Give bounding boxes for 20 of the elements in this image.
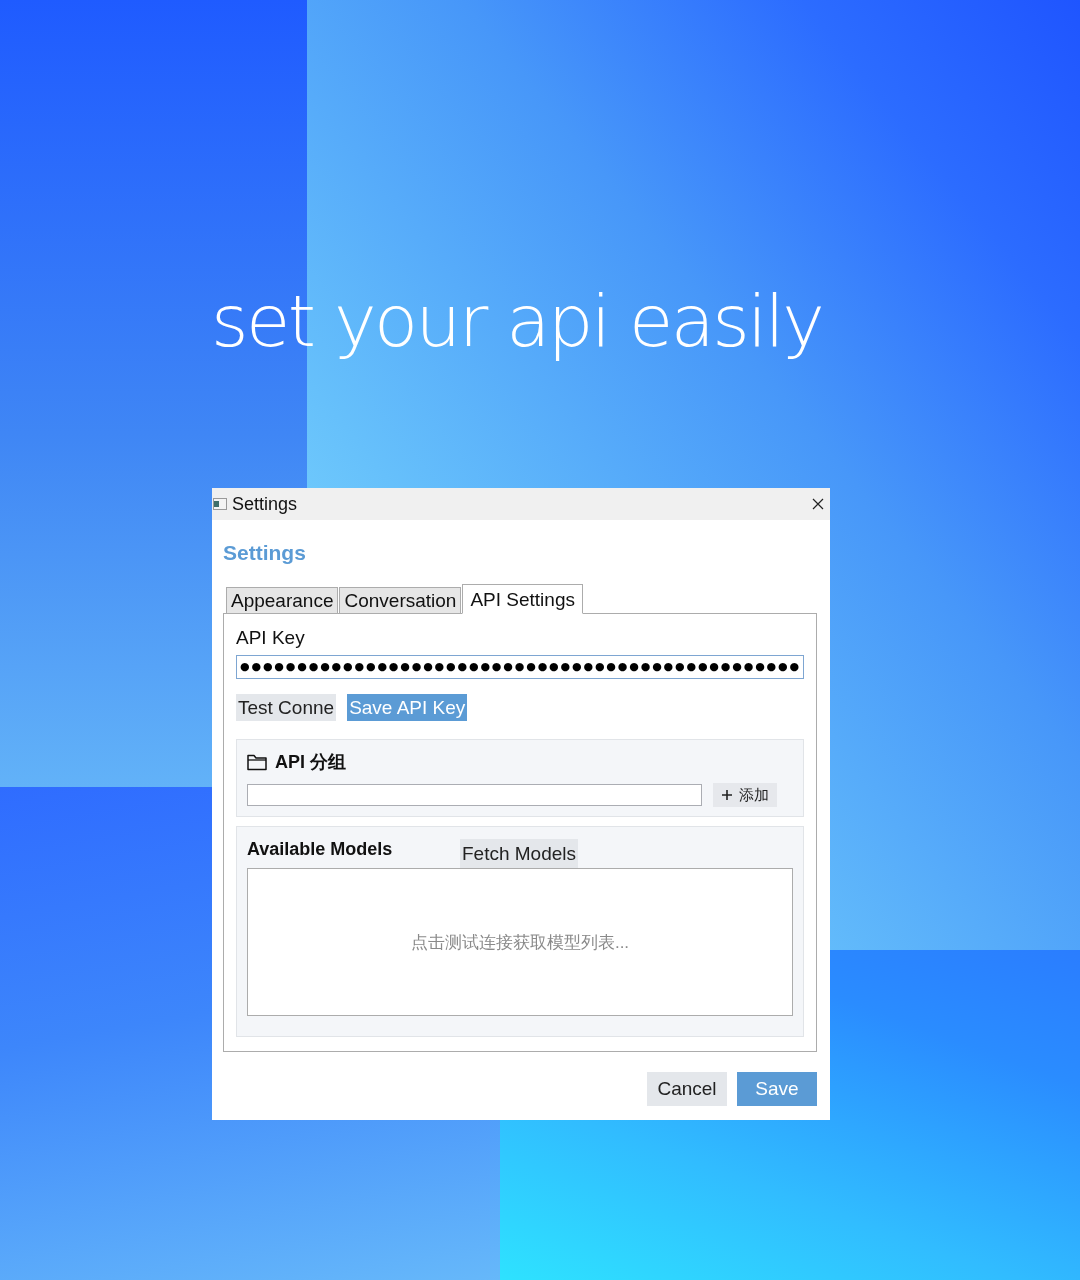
models-title: Available Models: [247, 838, 394, 861]
group-name-field[interactable]: [247, 784, 702, 806]
api-key-field[interactable]: ●●●●●●●●●●●●●●●●●●●●●●●●●●●●●●●●●●●●●●●●●●●●●●●●●: [236, 655, 804, 679]
cancel-button[interactable]: Cancel: [647, 1072, 727, 1106]
tab[interactable]: API Settings: [462, 584, 583, 614]
fetch-models-button[interactable]: Fetch Models: [460, 839, 579, 868]
api-group-title: API 分组: [275, 751, 346, 774]
api-key-label: API Key: [236, 626, 306, 650]
folder-icon: [247, 753, 267, 771]
close-icon: [812, 498, 824, 510]
tab[interactable]: Appearance: [226, 587, 339, 614]
add-group-button[interactable]: 添加: [713, 783, 777, 807]
settings-heading: Settings: [223, 540, 307, 566]
empty-list-text: 点击测试连接获取模型列表...: [410, 931, 630, 954]
plus-icon: [721, 789, 733, 801]
test-connection-button[interactable]: Test Conne: [236, 694, 337, 721]
close-button[interactable]: [811, 497, 825, 511]
headline: set your api easily: [211, 280, 823, 363]
tab[interactable]: Conversation: [339, 587, 462, 614]
window-title: Settings: [232, 493, 299, 515]
